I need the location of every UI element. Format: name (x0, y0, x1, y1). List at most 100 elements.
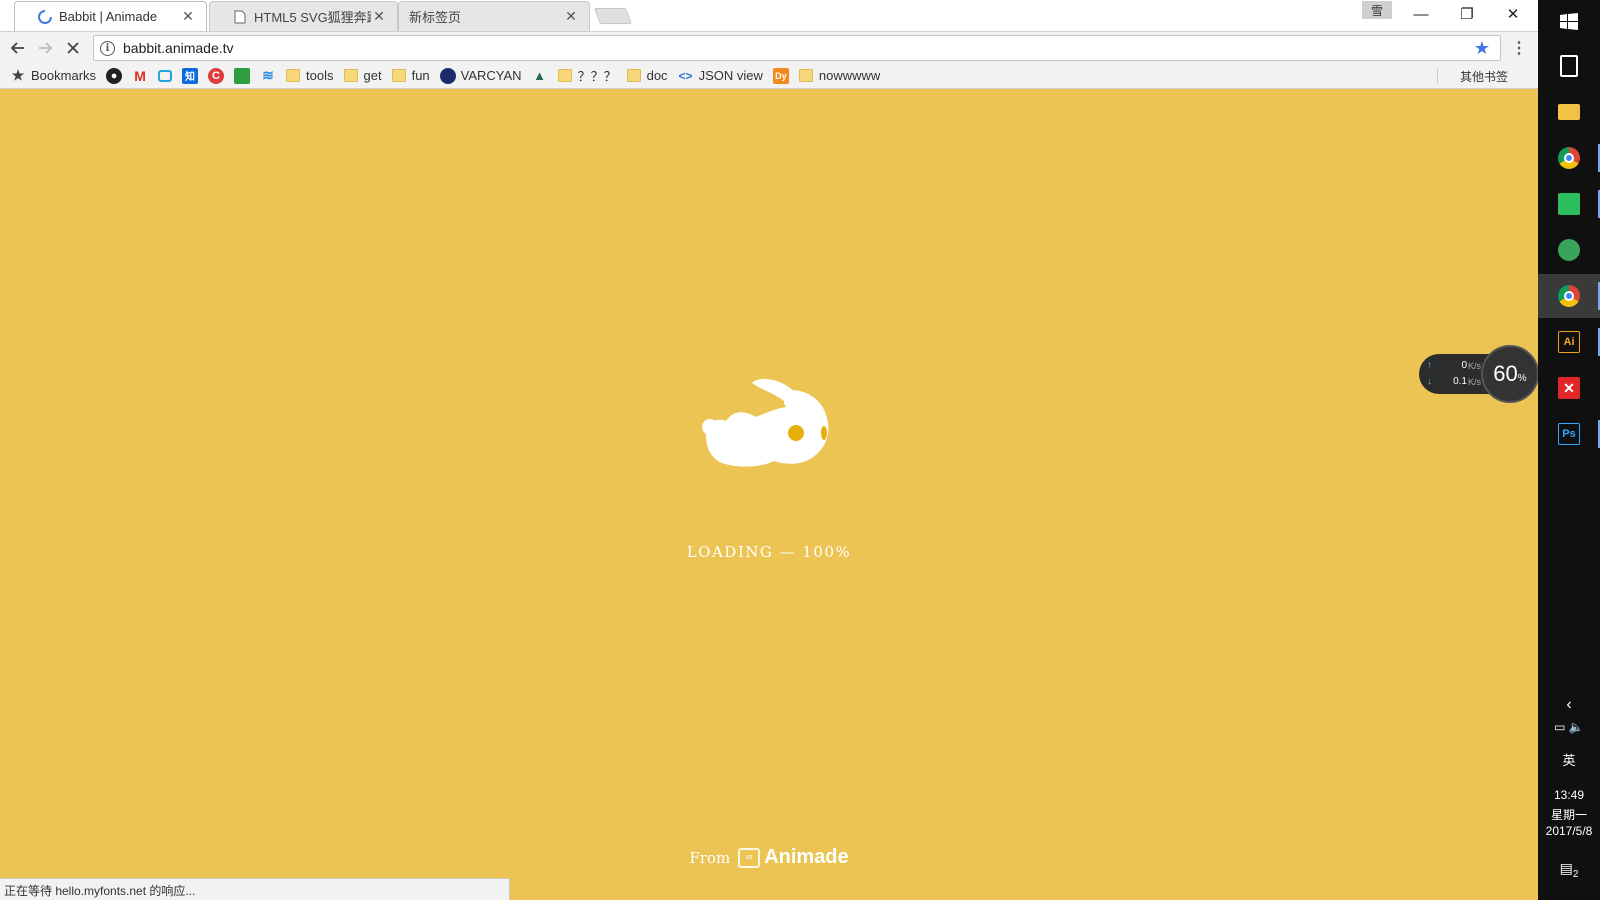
taskbar-illustrator[interactable]: Ai (1538, 320, 1600, 364)
bookmark-folder-get[interactable]: get (343, 65, 382, 87)
bilibili-icon (158, 69, 173, 82)
bookmark-other-folder[interactable]: 其他书签 (1460, 65, 1508, 87)
download-unit: K/s (1468, 376, 1482, 387)
upload-value: 0 (1461, 360, 1467, 371)
new-tab-button[interactable] (594, 8, 632, 24)
address-bar[interactable]: i babbit.animade.tv ★ (93, 35, 1501, 61)
folder-icon (798, 69, 813, 82)
taskbar-calculator[interactable] (1538, 44, 1600, 88)
forward-arrow-icon (39, 42, 53, 54)
bookmark-folder-unknown[interactable]: ？？？ (557, 65, 617, 87)
taskbar-photoshop[interactable]: Ps (1538, 412, 1600, 456)
memory-gauge[interactable]: 60 % (1481, 345, 1539, 403)
taskbar: Ai ✕ Ps ‹ ▭ 🔈 英 13:49 星期一 2017/5/8 ▤2 (1538, 0, 1600, 900)
bookmark-label: 其他书签 (1459, 69, 1508, 84)
volume-icon[interactable]: 🔈 (1569, 720, 1584, 734)
taskbar-network-app[interactable] (1538, 228, 1600, 272)
bookmarks-apps-link[interactable]: ★ Bookmarks (10, 65, 96, 87)
bookmark-label: get (363, 68, 382, 83)
bookmark-dy[interactable]: Dy (772, 65, 789, 87)
zhihu-icon: 知 (182, 67, 199, 84)
bookmark-label: tools (306, 68, 334, 83)
site-info-icon[interactable]: i (100, 40, 115, 56)
taskbar-evernote[interactable] (1538, 182, 1600, 226)
bookmark-folder-doc[interactable]: doc (626, 65, 668, 87)
upload-unit: K/s (1468, 360, 1482, 371)
gmail-icon: M (134, 67, 146, 84)
tab-title: 新标签页 (409, 10, 462, 25)
bookmarks-divider (1437, 68, 1438, 84)
stop-x-icon (67, 42, 79, 54)
ime-badge: 雪 (1362, 1, 1392, 19)
from-label: From (689, 848, 731, 867)
bookmark-label: nowwwww (818, 68, 881, 83)
gauge-percent-sign: % (1517, 372, 1527, 384)
tab-title: Babbit | Animade (59, 9, 158, 24)
taskbar-chrome-1[interactable] (1538, 136, 1600, 180)
show-hidden-icons-button[interactable]: ‹ (1538, 696, 1600, 714)
bookmark-github[interactable]: ● (106, 65, 123, 87)
close-tab-icon[interactable]: ✕ (563, 8, 579, 25)
bookmark-layers[interactable]: ≋ (260, 65, 276, 87)
app-c-icon: C (208, 67, 225, 84)
network-app-icon (1558, 239, 1580, 261)
taskbar-file-explorer[interactable] (1538, 90, 1600, 134)
close-window-button[interactable]: ✕ (1490, 0, 1536, 28)
taskbar-chrome-2[interactable] (1538, 274, 1600, 318)
browser-window: Babbit | Animade ✕ HTML5 SVG狐狸奔跑动 ✕ 新标签页… (0, 0, 1539, 900)
net-speed-widget[interactable]: ↑ 0 K/s ↓ 0.1 K/s 60 % (1419, 345, 1539, 403)
tab-strip: Babbit | Animade ✕ HTML5 SVG狐狸奔跑动 ✕ 新标签页… (0, 0, 1538, 31)
start-button[interactable] (1538, 0, 1600, 44)
folder-icon (391, 69, 406, 82)
clock-time[interactable]: 13:49 (1538, 788, 1600, 802)
bookmark-green-app[interactable] (234, 65, 251, 87)
bookmark-folder-fun[interactable]: fun (391, 65, 430, 87)
battery-icon[interactable]: ▭ (1554, 720, 1565, 734)
bookmark-folder-tools[interactable]: tools (286, 65, 334, 87)
bookmark-zhihu[interactable]: 知 (182, 65, 199, 87)
notification-count: 2 (1572, 868, 1579, 880)
bookmark-star-icon[interactable]: ★ (1474, 38, 1490, 59)
tab-title: HTML5 SVG狐狸奔跑动 (254, 10, 371, 25)
tab-babbit[interactable]: Babbit | Animade ✕ (14, 1, 207, 31)
close-tab-icon[interactable]: ✕ (180, 8, 196, 25)
from-animade-credit[interactable]: From ∞ Animade (0, 846, 1538, 869)
bookmark-folder-nowwwww[interactable]: nowwwww (798, 65, 881, 87)
tab-html5-svg[interactable]: HTML5 SVG狐狸奔跑动 ✕ (209, 1, 398, 31)
ime-indicator[interactable]: 英 (1538, 750, 1600, 769)
back-button[interactable] (6, 36, 30, 60)
clock-weekday[interactable]: 星期一 (1538, 806, 1600, 823)
xmind-icon: ✕ (1558, 377, 1580, 399)
stop-button[interactable] (61, 36, 85, 60)
page-icon (232, 9, 248, 25)
taskbar-xmind[interactable]: ✕ (1538, 366, 1600, 410)
minimize-button[interactable]: — (1398, 0, 1444, 28)
bookmark-app-c[interactable]: C (208, 65, 225, 87)
status-bar: 正在等待 hello.myfonts.net 的响应... (0, 878, 510, 900)
rabbit-illustration (702, 378, 829, 467)
download-arrow-icon: ↓ (1427, 376, 1432, 387)
bookmark-label: ？？？ (577, 69, 617, 84)
evernote-icon (1558, 193, 1580, 215)
star-icon: ★ (11, 67, 25, 83)
animade-brand: Animade (764, 846, 849, 868)
rabbit-eye (788, 425, 804, 441)
bookmark-label: JSON view (698, 68, 763, 83)
bookmark-varcyan[interactable]: VARCYAN (439, 65, 522, 87)
bookmark-label: fun (411, 68, 430, 83)
bookmark-gmail[interactable]: M (132, 65, 148, 87)
bookmark-label: VARCYAN (460, 68, 522, 83)
forward-button[interactable] (33, 36, 57, 60)
browser-menu-button[interactable]: ⋮ (1511, 36, 1527, 60)
bookmark-bilibili[interactable] (158, 65, 173, 87)
restore-button[interactable]: ❐ (1444, 0, 1490, 28)
bookmark-json-view[interactable]: <> JSON view (678, 65, 763, 87)
notification-icon: ▤ (1559, 860, 1573, 876)
close-tab-icon[interactable]: ✕ (371, 8, 387, 25)
bookmark-label: Bookmarks (31, 68, 97, 83)
github-icon: ● (106, 67, 123, 84)
bookmark-android[interactable]: ▲ (532, 65, 548, 87)
clock-date[interactable]: 2017/5/8 (1538, 824, 1600, 838)
action-center-button[interactable]: ▤2 (1538, 860, 1600, 880)
tab-new[interactable]: 新标签页 ✕ (398, 1, 590, 31)
